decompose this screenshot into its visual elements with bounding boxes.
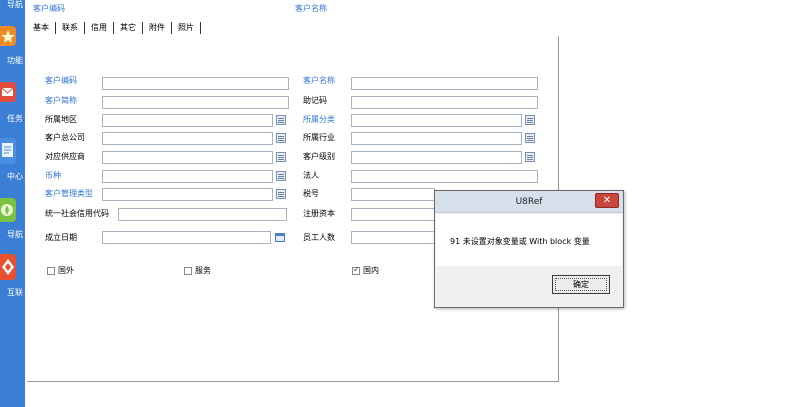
mgmt-type-lookup-icon[interactable]	[276, 189, 286, 199]
dialog-message: 91 未设置对象变量或 With block 变量	[450, 237, 590, 246]
sidenav-item-interconnect[interactable]: 互联	[0, 254, 25, 300]
customer-abbr-field[interactable]	[102, 96, 289, 109]
sidenav-item-nav[interactable]: 导航	[0, 0, 25, 14]
dialog-titlebar[interactable]: U8Ref ✕	[435, 191, 623, 213]
head-office-field[interactable]	[102, 132, 273, 145]
ok-button[interactable]: 确定	[552, 275, 610, 294]
mnemonic-code-label: 助记码	[303, 96, 327, 105]
industry-field[interactable]	[351, 132, 522, 145]
registered-capital-field[interactable]	[351, 208, 435, 221]
customer-level-field[interactable]	[351, 151, 522, 164]
currency-field[interactable]	[102, 170, 273, 183]
mgmt-type-label: 客户管理类型	[45, 189, 93, 198]
legal-person-field[interactable]	[351, 170, 538, 183]
header-customer-code-label: 客户编码	[33, 4, 65, 13]
customer-code-field[interactable]	[102, 77, 289, 90]
service-checkbox[interactable]	[184, 267, 192, 275]
registered-capital-label: 注册资本	[303, 209, 335, 218]
mnemonic-code-field[interactable]	[351, 96, 538, 109]
customer-name-field[interactable]	[351, 77, 538, 90]
tax-no-label: 税号	[303, 189, 319, 198]
customer-name-label: 客户名称	[303, 76, 335, 85]
supplier-lookup-icon[interactable]	[276, 152, 286, 162]
tab-attachment[interactable]: 附件	[143, 22, 172, 34]
sidenav-label: 任务	[7, 114, 23, 123]
calendar-icon[interactable]	[275, 233, 285, 242]
head-office-lookup-icon[interactable]	[276, 133, 286, 143]
foreign-checkbox[interactable]	[47, 267, 55, 275]
customer-level-label: 客户级别	[303, 152, 335, 161]
employee-count-field[interactable]	[351, 231, 435, 244]
tab-bar: 基本 联系 信用 其它 附件 照片	[33, 21, 201, 35]
sidenav-label: 功能	[7, 56, 23, 65]
tab-credit[interactable]: 信用	[85, 22, 114, 34]
tab-other[interactable]: 其它	[114, 22, 143, 34]
credit-code-field[interactable]	[118, 208, 287, 221]
close-icon[interactable]: ✕	[595, 193, 619, 208]
head-office-label: 客户总公司	[45, 133, 85, 142]
sidenav-item-navigation[interactable]: 导航	[0, 198, 25, 242]
legal-person-label: 法人	[303, 171, 319, 180]
star-icon	[0, 26, 16, 46]
employee-count-label: 员工人数	[303, 233, 335, 242]
category-field[interactable]	[351, 114, 522, 127]
sidenav-item-center[interactable]: 中心	[0, 138, 25, 184]
customer-code-label: 客户编码	[45, 76, 77, 85]
industry-lookup-icon[interactable]	[525, 133, 535, 143]
established-date-label: 成立日期	[45, 233, 77, 242]
customer-level-lookup-icon[interactable]	[525, 152, 535, 162]
tab-photo[interactable]: 照片	[172, 22, 201, 34]
header-customer-name-label: 客户名称	[295, 4, 327, 13]
mgmt-type-field[interactable]	[102, 188, 273, 201]
dialog-body: 91 未设置对象变量或 With block 变量	[436, 214, 622, 266]
document-icon	[0, 138, 16, 164]
tab-contact[interactable]: 联系	[56, 22, 85, 34]
sidenav-label: 中心	[7, 172, 23, 181]
domestic-checkbox[interactable]	[352, 265, 360, 275]
category-label: 所属分类	[303, 115, 335, 124]
supplier-field[interactable]	[102, 151, 273, 164]
domestic-label: 国内	[363, 266, 379, 275]
industry-label: 所属行业	[303, 133, 335, 142]
sidenav-label: 导航	[7, 0, 23, 9]
foreign-label: 国外	[58, 266, 74, 275]
service-label: 服务	[195, 266, 211, 275]
sidenav-item-functions[interactable]: 功能	[0, 26, 25, 66]
category-lookup-icon[interactable]	[525, 115, 535, 125]
currency-label: 币种	[45, 171, 61, 180]
region-label: 所属地区	[45, 115, 77, 124]
supplier-label: 对应供应商	[45, 152, 85, 161]
customer-abbr-label: 客户简称	[45, 96, 77, 105]
mail-icon	[0, 82, 16, 102]
sidenav-item-tasks[interactable]: 任务	[0, 82, 25, 123]
tab-basic[interactable]: 基本	[33, 22, 56, 34]
region-field[interactable]	[102, 114, 273, 127]
region-lookup-icon[interactable]	[276, 115, 286, 125]
credit-code-label: 统一社会信用代码	[45, 209, 109, 218]
established-date-field[interactable]	[102, 231, 271, 244]
tax-no-field[interactable]	[351, 188, 435, 201]
side-navigation: 导航 功能 任务 中心 导航 互联	[0, 0, 25, 407]
diamond-icon	[0, 254, 16, 280]
compass-icon	[0, 198, 16, 222]
currency-lookup-icon[interactable]	[276, 171, 286, 181]
sidenav-label: 导航	[7, 230, 23, 239]
sidenav-label: 互联	[7, 288, 23, 297]
error-dialog: U8Ref ✕ 91 未设置对象变量或 With block 变量 确定	[434, 190, 624, 308]
